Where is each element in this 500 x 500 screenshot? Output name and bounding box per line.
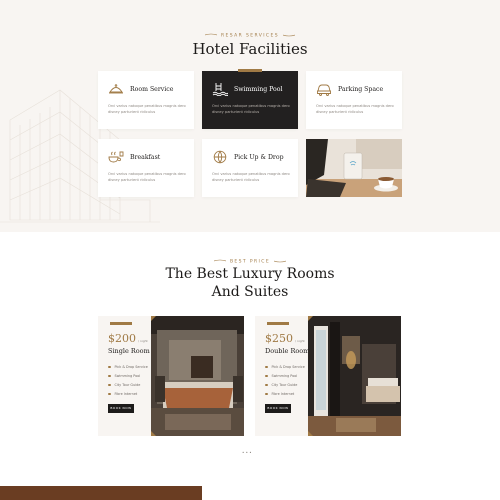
laptop-coffee-photo bbox=[306, 139, 402, 197]
room-service-icon bbox=[109, 84, 123, 94]
facility-photo-laptop-coffee bbox=[306, 139, 402, 197]
rooms-title-line2: And Suites bbox=[211, 284, 289, 300]
price-unit: / night bbox=[138, 339, 148, 343]
card-description: Orci varius natoque penatibus magnis der… bbox=[108, 104, 186, 114]
price-value: $250 bbox=[265, 332, 293, 345]
ornament-right-icon bbox=[274, 260, 287, 263]
card-title: Pick Up & Drop bbox=[234, 154, 284, 161]
corner-accent-icon bbox=[308, 431, 313, 436]
facility-card-parking-space[interactable]: Parking Space Orci varius natoque penati… bbox=[306, 71, 402, 129]
room-tab-marker bbox=[110, 322, 132, 325]
ornament-left-icon bbox=[213, 259, 226, 262]
room-info-panel: $200/ night Single Room Pick & Drop Serv… bbox=[98, 316, 151, 436]
facilities-title: Hotel Facilities bbox=[192, 40, 308, 58]
globe-pickup-icon bbox=[213, 150, 227, 164]
card-description: Orci varius natoque penatibus magnis der… bbox=[108, 172, 186, 182]
swimming-pool-icon bbox=[212, 83, 228, 96]
card-description: Orci varius natoque penatibus magnis der… bbox=[212, 172, 290, 182]
room-feature: Swimming Pool bbox=[265, 374, 298, 378]
facility-card-breakfast[interactable]: Breakfast Orci varius natoque penatibus … bbox=[98, 139, 194, 197]
facility-card-swimming-pool[interactable]: Swimming Pool Orci varius natoque penati… bbox=[202, 69, 298, 129]
room-name: Single Room bbox=[108, 347, 150, 355]
book-now-button[interactable]: BOOK NOW bbox=[108, 404, 134, 413]
price-value: $200 bbox=[108, 332, 136, 345]
ornament-right-icon bbox=[282, 34, 295, 37]
rooms-eyebrow: Best Price bbox=[0, 259, 500, 265]
room-name: Double Room bbox=[265, 347, 310, 355]
ornament-left-icon bbox=[205, 33, 217, 36]
rooms-title-line1: The Best Luxury Rooms bbox=[165, 266, 335, 282]
room-info-panel: $250/ night Double Room Pick & Drop Serv… bbox=[255, 316, 310, 436]
rooms-eyebrow-text: Best Price bbox=[229, 259, 271, 265]
double-room-photo bbox=[308, 316, 401, 436]
room-tab-marker bbox=[267, 322, 289, 325]
facilities-section: Resar Services Hotel Facilities Room Ser… bbox=[0, 0, 500, 232]
card-title: Breakfast bbox=[130, 154, 161, 161]
room-feature: Swimming Pool bbox=[108, 374, 141, 378]
corner-accent-icon bbox=[151, 316, 156, 321]
room-card-single[interactable]: $200/ night Single Room Pick & Drop Serv… bbox=[98, 316, 246, 436]
room-price: $250/ night bbox=[265, 332, 305, 345]
book-now-button[interactable]: BOOK NOW bbox=[265, 404, 291, 413]
facility-card-pick-up-drop[interactable]: Pick Up & Drop Orci varius natoque penat… bbox=[202, 139, 298, 197]
room-feature: City Tour Guide bbox=[108, 383, 141, 387]
card-description: Orci varius natoque penatibus magnis der… bbox=[212, 104, 290, 114]
corner-accent-icon bbox=[151, 431, 156, 436]
room-feature: Fibre Internet bbox=[265, 392, 295, 396]
facilities-eyebrow-text: Resar Services bbox=[221, 33, 279, 39]
facility-card-room-service[interactable]: Room Service Orci varius natoque penatib… bbox=[98, 71, 194, 129]
single-room-photo bbox=[151, 316, 244, 436]
facilities-eyebrow: Resar Services bbox=[0, 33, 500, 39]
room-feature: Pick & Drop Service bbox=[265, 365, 305, 369]
next-section-wood-image bbox=[0, 486, 202, 500]
active-tab-marker bbox=[238, 69, 262, 72]
page: Resar Services Hotel Facilities Room Ser… bbox=[0, 0, 500, 500]
room-feature: City Tour Guide bbox=[265, 383, 298, 387]
carousel-pager[interactable]: • • • bbox=[242, 450, 252, 455]
room-feature: Pick & Drop Service bbox=[108, 365, 148, 369]
room-card-double[interactable]: $250/ night Double Room Pick & Drop Serv… bbox=[255, 316, 403, 436]
price-unit: / night bbox=[295, 339, 305, 343]
bedroom-photo bbox=[151, 316, 244, 436]
breakfast-icon bbox=[108, 151, 124, 163]
parking-car-icon bbox=[317, 84, 331, 96]
card-description: Orci varius natoque penatibus magnis der… bbox=[316, 104, 394, 114]
bedroom-photo bbox=[308, 316, 401, 436]
room-feature: Fibre Internet bbox=[108, 392, 138, 396]
corner-accent-icon bbox=[308, 316, 313, 321]
card-title: Room Service bbox=[130, 86, 174, 93]
room-price: $200/ night bbox=[108, 332, 148, 345]
card-title: Parking Space bbox=[338, 86, 384, 93]
card-title: Swimming Pool bbox=[234, 86, 283, 93]
